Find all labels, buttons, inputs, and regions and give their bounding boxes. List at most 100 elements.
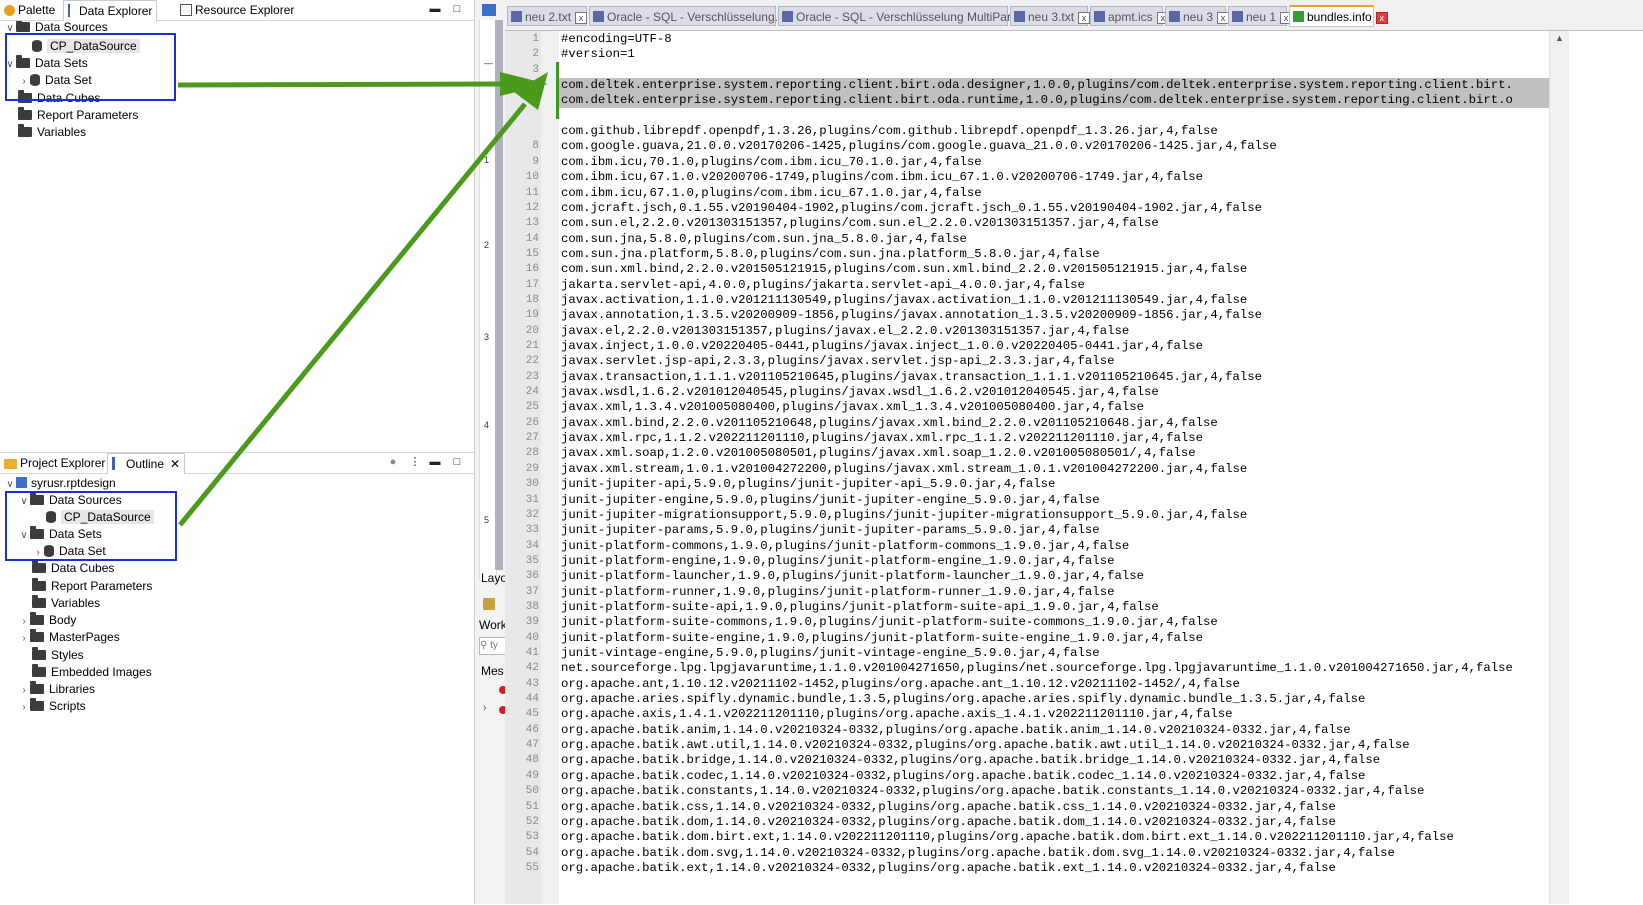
- editor-tab-apmt-ics[interactable]: apmt.ics x: [1090, 6, 1169, 26]
- chevron-right-icon[interactable]: ›: [18, 630, 30, 647]
- code-line[interactable]: org.apache.aries.spifly.dynamic.bundle,1…: [561, 692, 1547, 707]
- editor-tab-neu3[interactable]: neu 3x: [1165, 6, 1230, 26]
- tree-item-variables[interactable]: Variables: [32, 595, 100, 612]
- code-line[interactable]: net.sourceforge.lpg.lpgjavaruntime,1.1.0…: [561, 661, 1547, 676]
- code-line[interactable]: org.apache.batik.ext,1.14.0.v20210324-03…: [561, 861, 1547, 876]
- code-line[interactable]: com.google.guava,21.0.0.v20170206-1425,p…: [561, 139, 1547, 154]
- tree-item-report-parameters[interactable]: Report Parameters: [32, 578, 152, 595]
- editor-tab-neu2[interactable]: neu 2.txt x: [507, 6, 588, 26]
- code-line[interactable]: org.apache.ant,1.10.12.v20211102-1452,pl…: [561, 677, 1547, 692]
- close-icon[interactable]: x: [575, 12, 588, 24]
- code-line[interactable]: [561, 109, 1547, 124]
- chevron-right-icon[interactable]: ›: [18, 699, 30, 716]
- tree-item-styles[interactable]: Styles: [32, 647, 84, 664]
- minimize-icon[interactable]: ▬: [428, 455, 442, 469]
- code-line[interactable]: [561, 63, 1547, 78]
- code-line[interactable]: org.apache.batik.css,1.14.0.v20210324-03…: [561, 800, 1547, 815]
- tree-item-variables[interactable]: Variables: [18, 124, 86, 141]
- maximize-icon[interactable]: □: [450, 2, 464, 16]
- code-line[interactable]: org.apache.batik.bridge,1.14.0.v20210324…: [561, 753, 1547, 768]
- chevron-down-icon[interactable]: ∨: [4, 23, 16, 33]
- close-icon[interactable]: x: [1078, 12, 1091, 24]
- minimize-icon[interactable]: ▬: [428, 2, 442, 16]
- tree-item-libraries[interactable]: › Libraries: [18, 681, 95, 698]
- code-line[interactable]: org.apache.axis,1.4.1.v202211201110,plug…: [561, 707, 1547, 722]
- editor-tab-oracle-sql[interactable]: Oracle - SQL - Verschlüsselung.txtx: [589, 6, 807, 26]
- code-line[interactable]: jakarta.servlet-api,4.0.0,plugins/jakart…: [561, 278, 1547, 293]
- code-line[interactable]: org.apache.batik.anim,1.14.0.v20210324-0…: [561, 723, 1547, 738]
- code-line[interactable]: javax.transaction,1.1.1.v201105210645,pl…: [561, 370, 1547, 385]
- view-menu-icon[interactable]: ⋮: [408, 455, 422, 469]
- tab-resource-explorer[interactable]: Resource Explorer: [176, 0, 298, 20]
- code-line[interactable]: javax.annotation,1.3.5.v20200909-1856,pl…: [561, 308, 1547, 323]
- code-line[interactable]: org.apache.batik.constants,1.14.0.v20210…: [561, 784, 1547, 799]
- code-line[interactable]: #version=1: [561, 47, 1547, 62]
- vertical-scrollbar[interactable]: ▲: [1549, 31, 1569, 904]
- tab-project-explorer[interactable]: Project Explorer: [0, 453, 109, 473]
- code-line[interactable]: #encoding=UTF-8: [561, 32, 1547, 47]
- tree-item-data-cubes[interactable]: Data Cubes: [32, 560, 114, 577]
- code-line[interactable]: junit-platform-suite-api,1.9.0,plugins/j…: [561, 600, 1547, 615]
- tree-item-embedded-images[interactable]: Embedded Images: [32, 664, 152, 681]
- code-line[interactable]: com.github.librepdf.openpdf,1.3.26,plugi…: [561, 124, 1547, 139]
- code-line[interactable]: com.ibm.icu,70.1.0,plugins/com.ibm.icu_7…: [561, 155, 1547, 170]
- code-line[interactable]: javax.xml.stream,1.0.1.v201004272200,plu…: [561, 462, 1547, 477]
- tab-data-explorer[interactable]: Data Explorer: [63, 0, 158, 21]
- code-line[interactable]: org.apache.batik.awt.util,1.14.0.v202103…: [561, 738, 1547, 753]
- code-line[interactable]: javax.wsdl,1.6.2.v201012040545,plugins/j…: [561, 385, 1547, 400]
- tab-palette[interactable]: Palette: [0, 0, 59, 20]
- code-line[interactable]: com.deltek.enterprise.system.reporting.c…: [561, 93, 1547, 108]
- tree-item-rptdesign[interactable]: ∨ syrusr.rptdesign: [4, 475, 115, 492]
- code-line[interactable]: com.sun.jna.platform,5.8.0,plugins/com.s…: [561, 247, 1547, 262]
- tree-item-data-sources[interactable]: ∨ Data Sources: [4, 21, 108, 33]
- chevron-right-icon[interactable]: ›: [483, 702, 487, 714]
- code-line[interactable]: com.ibm.icu,67.1.0,plugins/com.ibm.icu_6…: [561, 186, 1547, 201]
- tab-outline[interactable]: Outline ✕: [107, 453, 186, 474]
- code-line[interactable]: org.apache.batik.dom.svg,1.14.0.v2021032…: [561, 846, 1547, 861]
- maximize-icon[interactable]: □: [450, 455, 464, 469]
- tree-item-report-parameters[interactable]: Report Parameters: [18, 107, 138, 124]
- editor-tab-neu1[interactable]: neu 1x: [1228, 6, 1293, 26]
- code-line[interactable]: junit-platform-runner,1.9.0,plugins/juni…: [561, 585, 1547, 600]
- code-line[interactable]: com.sun.el,2.2.0.v201303151357,plugins/c…: [561, 216, 1547, 231]
- code-line[interactable]: com.sun.jna,5.8.0,plugins/com.sun.jna_5.…: [561, 232, 1547, 247]
- tree-item-body[interactable]: › Body: [18, 612, 76, 629]
- code-line[interactable]: com.ibm.icu,67.1.0.v20200706-1749,plugin…: [561, 170, 1547, 185]
- code-line[interactable]: javax.el,2.2.0.v201303151357,plugins/jav…: [561, 324, 1547, 339]
- code-line[interactable]: com.jcraft.jsch,0.1.55.v20190404-1902,pl…: [561, 201, 1547, 216]
- tree-item-scripts[interactable]: › Scripts: [18, 698, 86, 715]
- code-line[interactable]: junit-jupiter-params,5.9.0,plugins/junit…: [561, 523, 1547, 538]
- code-line[interactable]: junit-vintage-engine,5.9.0,plugins/junit…: [561, 646, 1547, 661]
- editor-tab-neu3-txt[interactable]: neu 3.txt x: [1010, 6, 1091, 26]
- layout-tab[interactable]: Layo: [481, 571, 507, 585]
- code-line[interactable]: junit-platform-launcher,1.9.0,plugins/ju…: [561, 569, 1547, 584]
- filter-input[interactable]: ⚲ ty: [479, 637, 507, 655]
- code-line[interactable]: junit-platform-suite-engine,1.9.0,plugin…: [561, 631, 1547, 646]
- code-line[interactable]: javax.inject,1.0.0.v20220405-0441,plugin…: [561, 339, 1547, 354]
- code-line[interactable]: javax.activation,1.1.0.v201211130549,plu…: [561, 293, 1547, 308]
- code-line[interactable]: com.sun.xml.bind,2.2.0.v201505121915,plu…: [561, 262, 1547, 277]
- code-line[interactable]: javax.xml.soap,1.2.0.v201005080501,plugi…: [561, 446, 1547, 461]
- code-line[interactable]: org.apache.batik.dom.birt.ext,1.14.0.v20…: [561, 830, 1547, 845]
- code-line[interactable]: junit-jupiter-engine,5.9.0,plugins/junit…: [561, 493, 1547, 508]
- code-line[interactable]: javax.servlet.jsp-api,2.3.3,plugins/java…: [561, 354, 1547, 369]
- toolbar-icon[interactable]: ●: [386, 455, 400, 469]
- chevron-right-icon[interactable]: ›: [18, 613, 30, 630]
- work-tab[interactable]: Work: [479, 618, 507, 632]
- code-line[interactable]: junit-jupiter-api,5.9.0,plugins/junit-ju…: [561, 477, 1547, 492]
- code-line[interactable]: javax.xml.rpc,1.1.2.v202211201110,plugin…: [561, 431, 1547, 446]
- code-line[interactable]: org.apache.batik.dom,1.14.0.v20210324-03…: [561, 815, 1547, 830]
- code-line[interactable]: javax.xml,1.3.4.v201005080400,plugins/ja…: [561, 400, 1547, 415]
- code-line[interactable]: com.deltek.enterprise.system.reporting.c…: [561, 78, 1547, 93]
- code-line[interactable]: junit-platform-engine,1.9.0,plugins/juni…: [561, 554, 1547, 569]
- code-line[interactable]: junit-jupiter-migrationsupport,5.9.0,plu…: [561, 508, 1547, 523]
- editor-tab-oracle-sql-multipart[interactable]: Oracle - SQL - Verschlüsselung MultiPart…: [778, 6, 1047, 26]
- chevron-right-icon[interactable]: ›: [18, 682, 30, 699]
- scroll-up-icon[interactable]: ▲: [1555, 33, 1564, 43]
- tree-item-masterpages[interactable]: › MasterPages: [18, 629, 120, 646]
- close-icon[interactable]: ✕: [170, 457, 180, 471]
- properties-icon[interactable]: [483, 598, 495, 610]
- code-line[interactable]: junit-platform-suite-commons,1.9.0,plugi…: [561, 615, 1547, 630]
- close-icon[interactable]: x: [1375, 12, 1388, 24]
- editor-tab-bundles-info[interactable]: bundles.info x: [1289, 5, 1388, 27]
